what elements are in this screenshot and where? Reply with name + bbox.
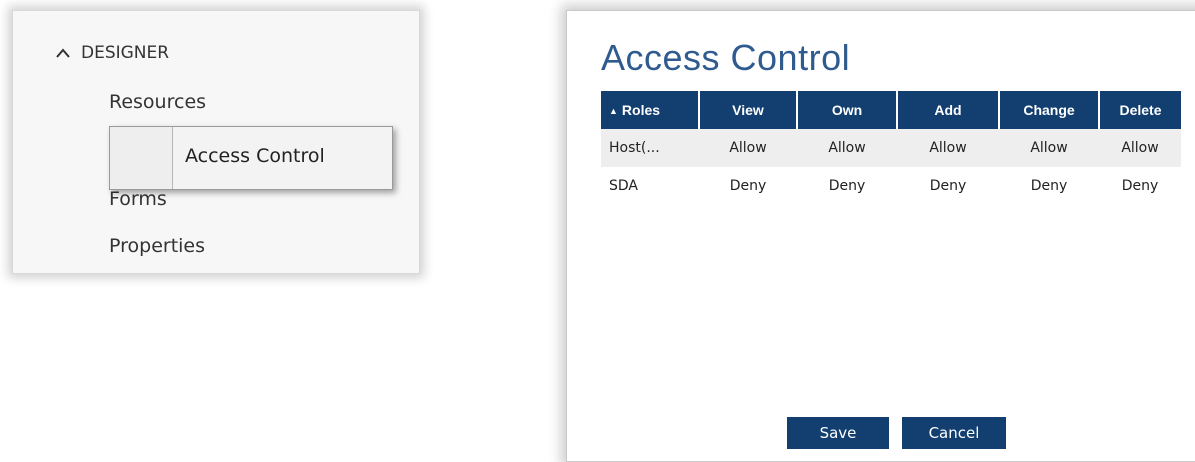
- dialog-title: Access Control: [601, 37, 851, 78]
- save-button[interactable]: Save: [787, 417, 889, 449]
- column-header-roles[interactable]: ▲ Roles: [601, 91, 700, 129]
- cell-own: Deny: [828, 178, 866, 194]
- designer-menu-panel: DESIGNER Resources Forms Properties Acce…: [12, 10, 420, 274]
- designer-section-toggle[interactable]: DESIGNER: [55, 43, 169, 63]
- cell-change: Allow: [999, 129, 1099, 167]
- column-header-change[interactable]: Change: [999, 91, 1100, 129]
- context-menu-item-access-control[interactable]: Access Control: [185, 145, 325, 167]
- menu-item-resources[interactable]: Resources: [109, 91, 206, 113]
- chevron-up-icon: [55, 45, 71, 61]
- designer-section-label: DESIGNER: [81, 43, 170, 63]
- context-menu-popup: Access Control: [109, 126, 393, 190]
- column-header-delete[interactable]: Delete: [1099, 91, 1181, 129]
- cell-add: Deny: [929, 178, 967, 194]
- table-row[interactable]: SDA Deny Deny Deny Deny Deny: [601, 167, 1181, 205]
- table-row[interactable]: Host(... Allow Allow Allow Allow Allow: [601, 129, 1181, 167]
- cell-delete: Deny: [1121, 178, 1159, 194]
- column-header-own[interactable]: Own: [797, 91, 898, 129]
- cancel-button[interactable]: Cancel: [902, 417, 1006, 449]
- cell-role: Host(...: [601, 129, 699, 167]
- cell-own: Allow: [797, 129, 897, 167]
- menu-item-properties[interactable]: Properties: [109, 235, 205, 257]
- cell-role: SDA: [609, 178, 638, 194]
- cell-view: Deny: [729, 178, 767, 194]
- cell-delete: Allow: [1099, 129, 1181, 167]
- sort-ascending-icon: ▲: [609, 106, 618, 117]
- context-menu-icon-column: [110, 127, 173, 189]
- cell-view: Allow: [699, 129, 797, 167]
- column-header-add[interactable]: Add: [897, 91, 1000, 129]
- table-header-row: ▲ Roles View Own Add Change Delete: [601, 91, 1181, 129]
- column-header-view[interactable]: View: [699, 91, 798, 129]
- menu-item-forms[interactable]: Forms: [109, 188, 167, 210]
- cell-add: Allow: [897, 129, 999, 167]
- access-control-dialog: Access Control ▲ Roles View Own Add Chang…: [566, 10, 1195, 462]
- cell-change: Deny: [1030, 178, 1068, 194]
- permissions-table: ▲ Roles View Own Add Change Delete Host(.…: [601, 91, 1181, 205]
